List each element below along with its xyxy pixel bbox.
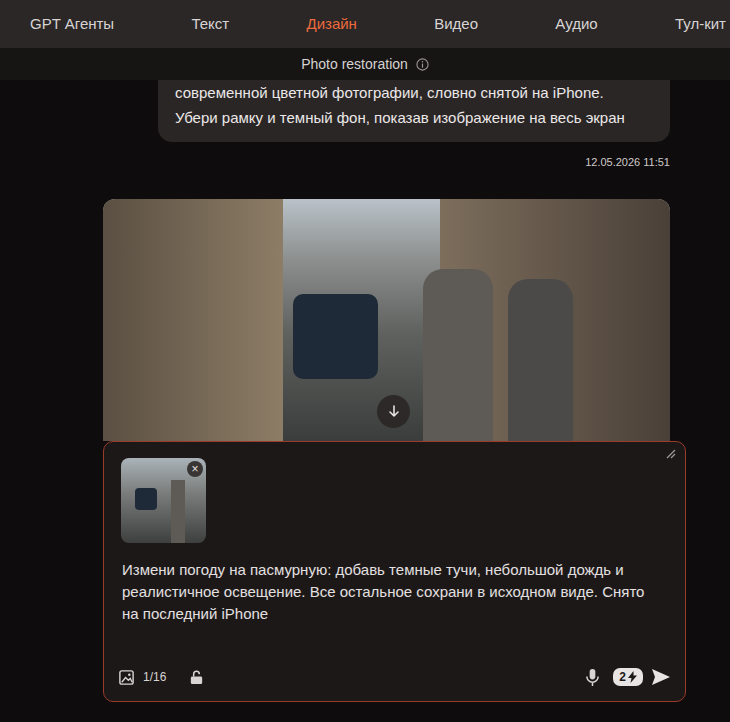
message-line: Убери рамку и темный фон, показав изобра… (175, 105, 666, 130)
attach-image-button[interactable]: 1/16 (118, 668, 166, 686)
nav-tab[interactable]: Аудио (555, 13, 597, 36)
prompt-line: на последний iPhone (122, 603, 667, 625)
result-image[interactable] (103, 199, 670, 441)
nav-tab[interactable]: GPT Агенты (30, 13, 114, 36)
arrow-down-icon (387, 404, 401, 418)
lock-open-icon[interactable] (188, 669, 205, 686)
info-icon[interactable] (416, 58, 429, 71)
composer-toolbar: 1/16 2 (104, 668, 685, 687)
lightning-icon (628, 671, 637, 683)
cost-badge: 2 (613, 668, 643, 686)
page-title: Photo restoration (301, 54, 408, 75)
remove-attachment-button[interactable]: × (187, 461, 203, 477)
resize-icon[interactable] (665, 448, 677, 460)
attachment-thumbnail[interactable]: × (121, 458, 206, 543)
message-line: современной цветной фотографии, словно с… (175, 80, 666, 105)
nav-tab[interactable]: Текст (191, 13, 229, 36)
nav-tab[interactable]: Дизайн (306, 13, 356, 36)
send-icon[interactable] (651, 668, 671, 686)
composer: × Измени погоду на пасмурную: добавь тем… (103, 441, 686, 702)
attachments-count: 1/16 (143, 668, 166, 686)
prompt-line: реалистичное освещение. Все остальное со… (122, 581, 667, 603)
message-time: 12.05.2026 11:51 (585, 154, 670, 171)
microphone-icon[interactable] (584, 668, 601, 687)
cost-value: 2 (619, 668, 626, 686)
image-icon (118, 669, 135, 686)
page-header: Photo restoration (0, 48, 730, 80)
top-nav: GPT Агенты Текст Дизайн Видео Аудио Тул-кит (0, 0, 730, 48)
scroll-down-button[interactable] (377, 395, 410, 428)
nav-tab[interactable]: Видео (434, 13, 478, 36)
user-message: современной цветной фотографии, словно с… (158, 80, 670, 142)
nav-tab[interactable]: Тул-кит (675, 13, 726, 36)
prompt-text[interactable]: Измени погоду на пасмурную: добавь темны… (104, 559, 685, 625)
prompt-line: Измени погоду на пасмурную: добавь темны… (122, 559, 667, 581)
